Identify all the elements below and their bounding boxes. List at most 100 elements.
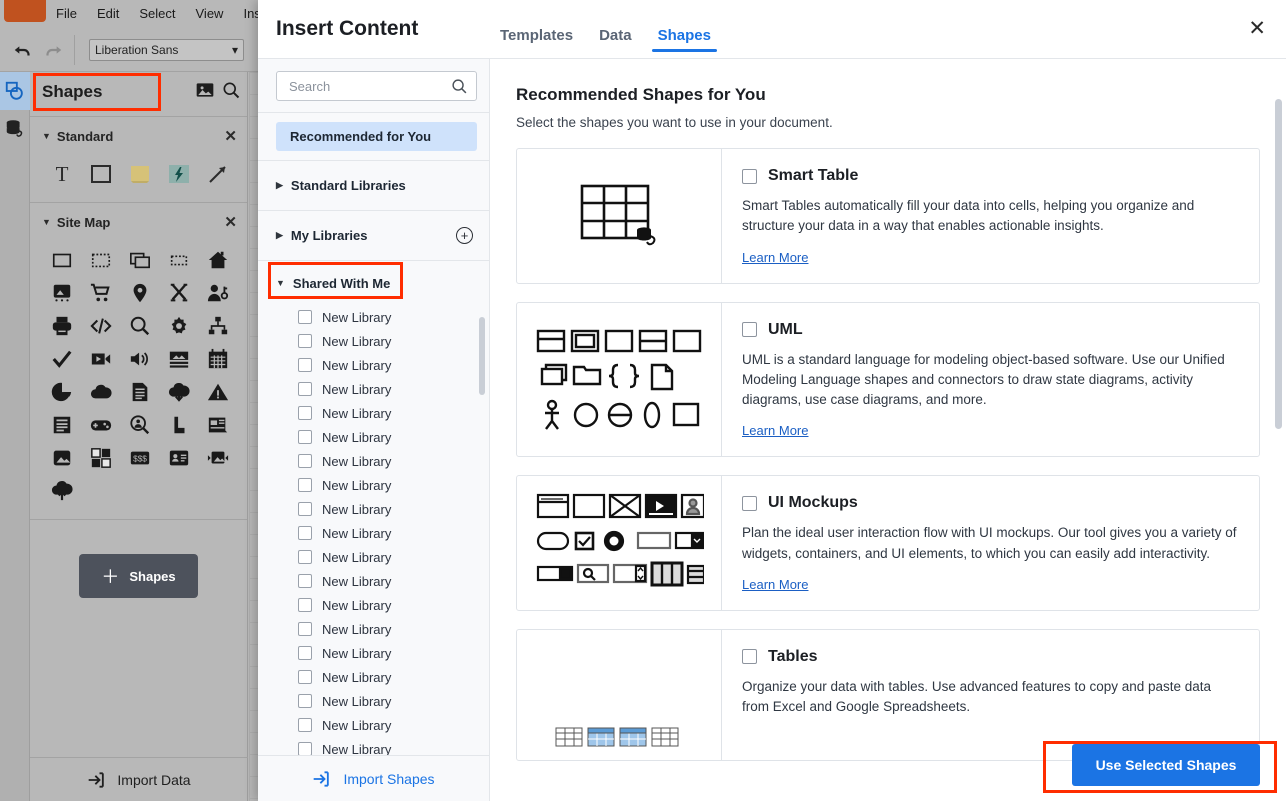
crossroad-icon[interactable]	[159, 276, 198, 309]
audio-icon[interactable]	[120, 342, 159, 375]
library-checkbox[interactable]	[298, 670, 312, 684]
shape-card-checkbox[interactable]	[742, 168, 757, 184]
library-checkbox[interactable]	[298, 454, 312, 468]
article-icon[interactable]	[42, 408, 81, 441]
cloud-upload-icon[interactable]	[42, 474, 81, 507]
shape-card-tables[interactable]: Tables Organize your data with tables. U…	[516, 628, 1260, 761]
news-icon[interactable]	[198, 408, 237, 441]
image-page-icon[interactable]	[42, 276, 81, 309]
slideshow-icon[interactable]	[198, 441, 237, 474]
list-item[interactable]: New Library	[258, 545, 489, 569]
list-item[interactable]: New Library	[258, 713, 489, 737]
learn-more-link[interactable]: Learn More	[742, 577, 808, 592]
library-section-standard[interactable]: ▶ Standard Libraries	[258, 161, 489, 210]
library-list[interactable]: New Library New Library New Library New …	[258, 305, 489, 755]
import-shapes-button[interactable]: Import Shapes	[258, 755, 489, 801]
list-item[interactable]: New Library	[258, 641, 489, 665]
list-item[interactable]: New Library	[258, 737, 489, 755]
app-logo[interactable]	[4, 0, 46, 22]
list-item[interactable]: New Library	[258, 401, 489, 425]
sitemap-icon[interactable]	[198, 309, 237, 342]
layout-icon[interactable]	[81, 441, 120, 474]
cloud-icon[interactable]	[81, 375, 120, 408]
library-checkbox[interactable]	[298, 334, 312, 348]
rail-button-shapes[interactable]	[0, 72, 30, 110]
tab-templates[interactable]: Templates	[500, 27, 573, 58]
content-scrollbar[interactable]	[1275, 99, 1282, 429]
list-item[interactable]: New Library	[258, 665, 489, 689]
list-item[interactable]: New Library	[258, 689, 489, 713]
library-checkbox[interactable]	[298, 358, 312, 372]
location-pin-icon[interactable]	[120, 276, 159, 309]
list-item[interactable]: New Library	[258, 521, 489, 545]
tab-shapes[interactable]: Shapes	[651, 27, 718, 58]
shape-card-checkbox[interactable]	[742, 322, 757, 337]
library-checkbox[interactable]	[298, 574, 312, 588]
library-section-shared-with-me[interactable]: ▼ Shared With Me	[258, 261, 489, 305]
search-input[interactable]	[287, 77, 437, 95]
add-shapes-button[interactable]: ＋ Shapes	[79, 554, 198, 598]
library-checkbox[interactable]	[298, 694, 312, 708]
lightning-icon[interactable]	[159, 157, 198, 190]
list-item[interactable]: New Library	[258, 329, 489, 353]
shape-card-checkbox[interactable]	[742, 495, 757, 511]
pie-chart-icon[interactable]	[42, 375, 81, 408]
library-checkbox[interactable]	[298, 406, 312, 420]
list-item[interactable]: New Library	[258, 593, 489, 617]
user-key-icon[interactable]	[198, 276, 237, 309]
image-icon[interactable]	[42, 441, 81, 474]
library-checkbox[interactable]	[298, 310, 312, 324]
library-checkbox[interactable]	[298, 382, 312, 396]
library-checkbox[interactable]	[298, 646, 312, 660]
menu-item-view[interactable]: View	[186, 0, 234, 28]
rail-button-data[interactable]	[0, 110, 30, 148]
close-icon[interactable]: ✕	[1248, 18, 1266, 39]
id-card-icon[interactable]	[159, 441, 198, 474]
gallery-icon[interactable]	[159, 342, 198, 375]
menu-item-select[interactable]: Select	[129, 0, 185, 28]
library-checkbox[interactable]	[298, 430, 312, 444]
undo-icon[interactable]	[8, 35, 38, 65]
gear-icon[interactable]	[159, 309, 198, 342]
library-checkbox[interactable]	[298, 622, 312, 636]
printer-icon[interactable]	[42, 309, 81, 342]
warning-icon[interactable]	[198, 375, 237, 408]
library-checkbox[interactable]	[298, 742, 312, 755]
list-item[interactable]: New Library	[258, 449, 489, 473]
list-item[interactable]: New Library	[258, 353, 489, 377]
library-section-my-libraries[interactable]: ▶ My Libraries +	[258, 211, 489, 260]
library-checkbox[interactable]	[298, 478, 312, 492]
shape-card-smart-table[interactable]: Smart Table Smart Tables automatically f…	[516, 148, 1260, 284]
library-checkbox[interactable]	[298, 718, 312, 732]
list-item[interactable]: New Library	[258, 377, 489, 401]
list-item[interactable]: New Library	[258, 497, 489, 521]
library-checkbox[interactable]	[298, 550, 312, 564]
search-user-icon[interactable]	[120, 408, 159, 441]
rectangle-icon[interactable]	[81, 157, 120, 190]
dashed-page-icon[interactable]	[81, 243, 120, 276]
page-icon[interactable]	[42, 243, 81, 276]
library-checkbox[interactable]	[298, 502, 312, 516]
list-item[interactable]: New Library	[258, 569, 489, 593]
document-icon[interactable]	[120, 375, 159, 408]
menu-item-file[interactable]: File	[46, 0, 87, 28]
panel-section-standard[interactable]: ▼ Standard ✕	[30, 121, 247, 151]
chart-icon[interactable]	[159, 408, 198, 441]
recommended-for-you-chip[interactable]: Recommended for You	[276, 122, 477, 151]
plus-circle-icon[interactable]: +	[456, 227, 473, 244]
library-checkbox[interactable]	[298, 598, 312, 612]
cart-icon[interactable]	[81, 276, 120, 309]
search-box[interactable]	[276, 71, 477, 101]
dashed-box-icon[interactable]	[159, 243, 198, 276]
shape-card-ui-mockups[interactable]: UI Mockups Plan the ideal user interacti…	[516, 475, 1260, 611]
close-icon[interactable]: ✕	[224, 213, 237, 231]
import-data-button[interactable]: Import Data	[30, 757, 248, 801]
panel-section-sitemap[interactable]: ▼ Site Map ✕	[30, 207, 247, 237]
list-item[interactable]: New Library	[258, 305, 489, 329]
shape-card-uml[interactable]: UML UML is a standard language for model…	[516, 301, 1260, 458]
search-icon[interactable]	[221, 80, 241, 100]
font-family-select[interactable]: Liberation Sans ▾	[89, 38, 244, 61]
menu-item-edit[interactable]: Edit	[87, 0, 129, 28]
list-item[interactable]: New Library	[258, 425, 489, 449]
cloud-download-icon[interactable]	[159, 375, 198, 408]
